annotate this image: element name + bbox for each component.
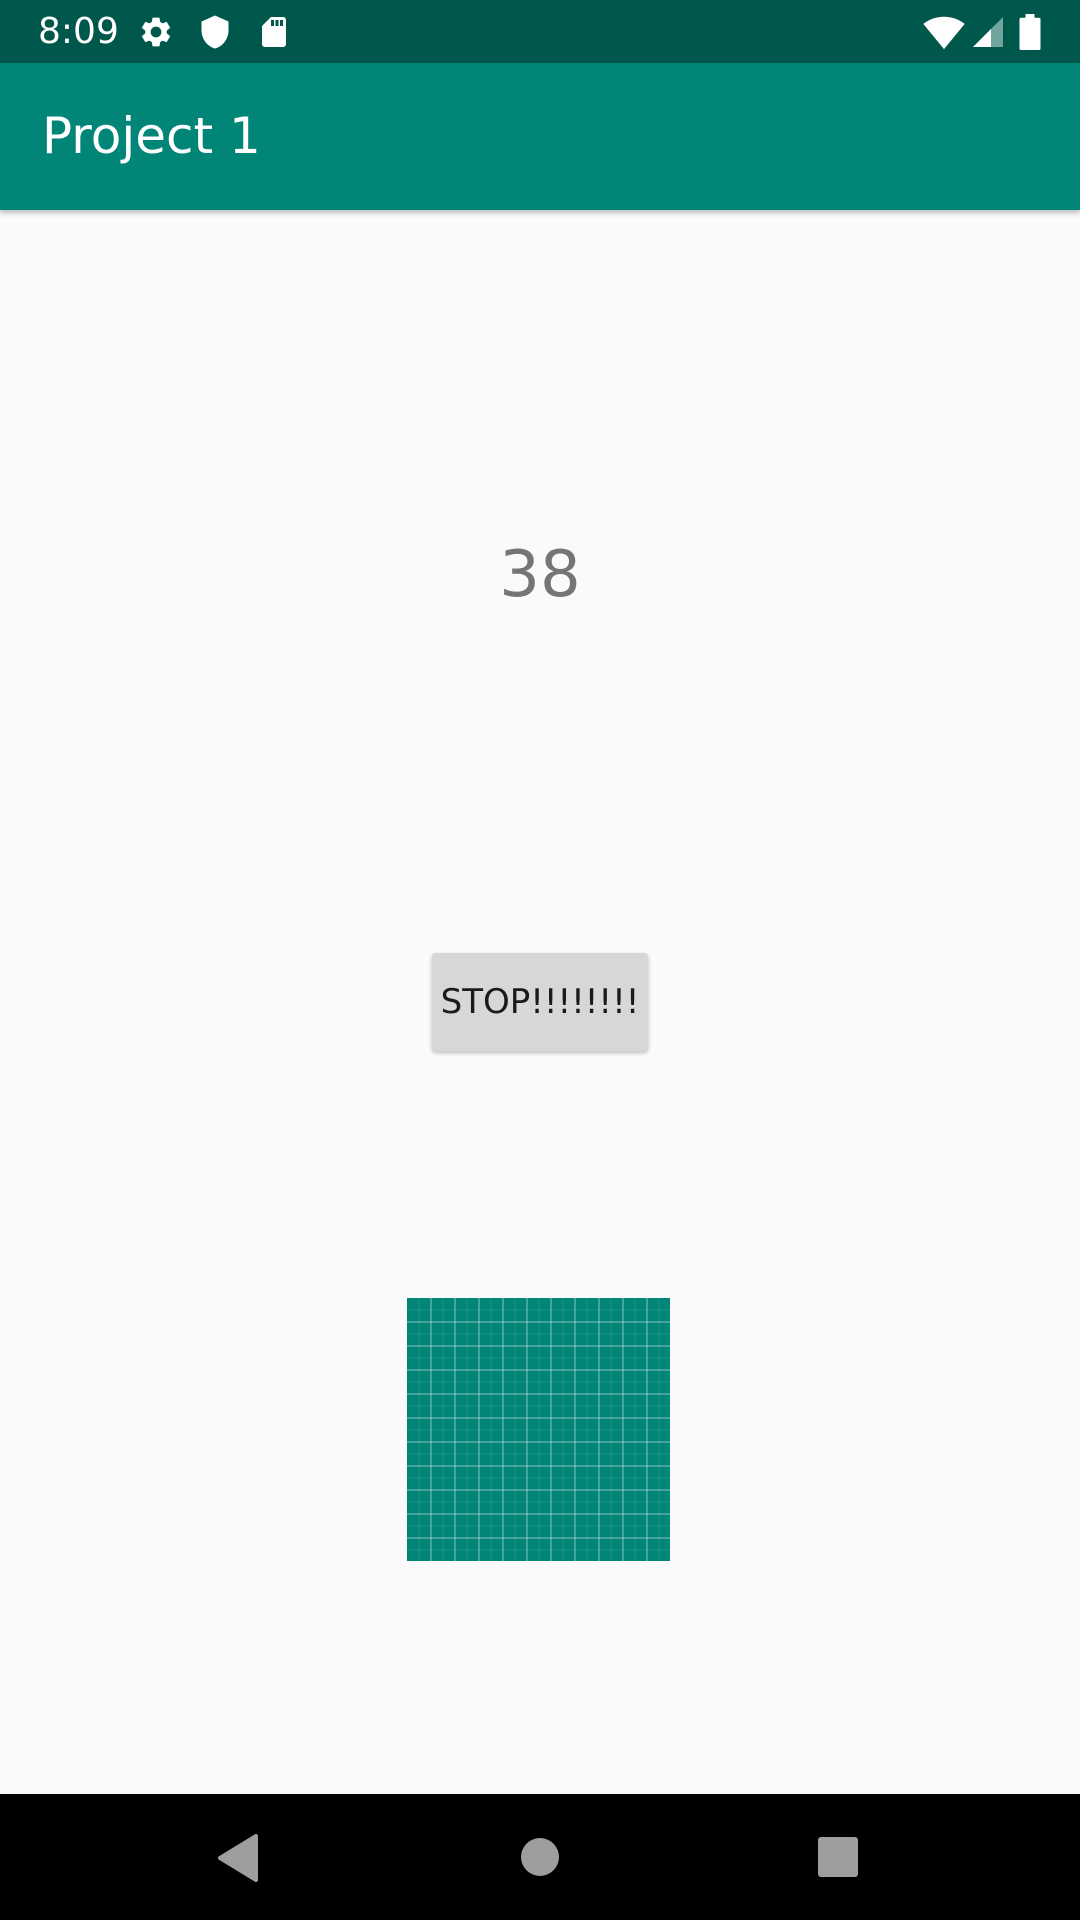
cell-signal-icon <box>970 14 1006 50</box>
battery-icon <box>1016 14 1044 50</box>
back-icon <box>218 1834 258 1882</box>
gear-icon <box>138 14 174 50</box>
wifi-icon <box>922 14 966 50</box>
back-button[interactable] <box>178 1794 298 1920</box>
grid-graphic <box>407 1298 670 1561</box>
sd-card-icon <box>256 14 292 50</box>
status-bar: 8:09 <box>0 0 1080 63</box>
home-button[interactable] <box>480 1794 600 1920</box>
recents-icon <box>818 1837 858 1877</box>
status-time: 8:09 <box>38 11 119 52</box>
grid-square[interactable] <box>407 1298 670 1561</box>
home-icon <box>521 1838 559 1876</box>
app-title: Project 1 <box>42 107 261 165</box>
nav-bar <box>0 1794 1080 1920</box>
stop-button[interactable]: STOP!!!!!!!! <box>432 953 648 1051</box>
shield-icon <box>197 14 233 50</box>
app-bar: Project 1 <box>0 63 1080 210</box>
counter-value: 38 <box>499 538 581 612</box>
screen: 8:09 Project 1 38 STOP!!!!!!!! <box>0 0 1080 1920</box>
recents-button[interactable] <box>778 1794 898 1920</box>
